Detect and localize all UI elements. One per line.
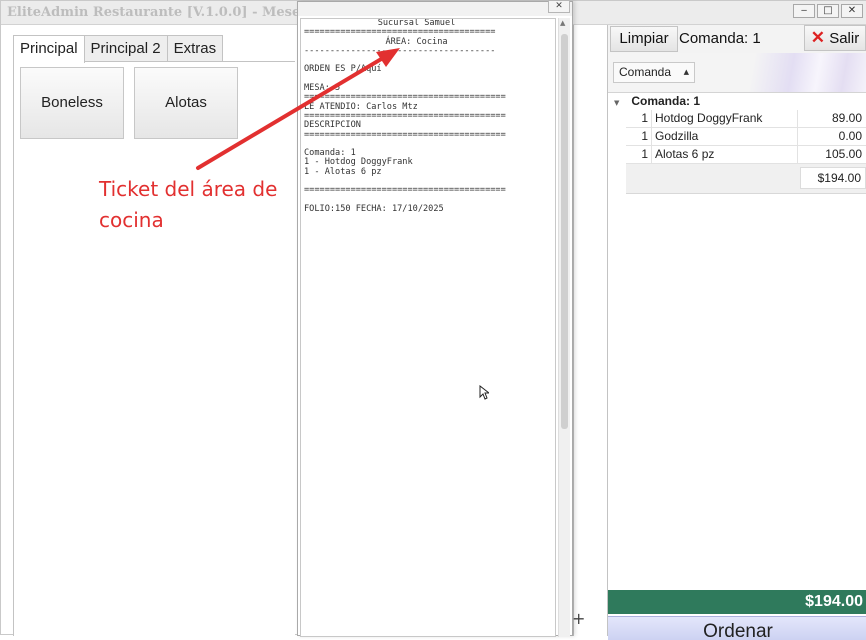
group-subtotal: $194.00 <box>800 167 866 189</box>
minimize-button[interactable]: ‒ <box>793 4 815 18</box>
grand-total: $194.00 <box>608 590 866 614</box>
item-quantity: 1 <box>626 128 652 145</box>
main-window: EliteAdmin Restaurante [V.1.0.0] - Meser… <box>0 0 866 640</box>
annotation-label: Ticket del área de cocina <box>99 177 278 232</box>
product-button-alotas[interactable]: Alotas <box>134 67 238 139</box>
ticket-order-type: ORDEN ES P/Aquí <box>304 64 382 75</box>
close-button[interactable]: ✕ <box>841 4 863 18</box>
ticket-scrollbar[interactable]: ▲ <box>558 18 570 637</box>
grid-group-label: Comanda: 1 <box>631 94 701 108</box>
tab-extras[interactable]: Extras <box>166 35 224 61</box>
item-name: Godzilla <box>652 128 798 145</box>
group-by-band: Comanda ▲ <box>608 53 866 93</box>
order-grid: ▼ Comanda: 1 1 Hotdog DoggyFrank 89.00 1… <box>608 94 866 194</box>
exit-button-label: Salir <box>829 30 860 47</box>
table-row[interactable]: 1 Alotas 6 pz 105.00 <box>626 146 866 164</box>
item-quantity: 1 <box>626 110 652 127</box>
products-panel: Boneless Alotas <box>13 61 295 636</box>
comanda-title: Comanda: 1 <box>679 30 761 47</box>
ticket-separator: ======================================= <box>304 129 506 140</box>
window-controls: ‒ □ ✕ <box>793 4 863 18</box>
add-button[interactable]: + <box>572 609 586 628</box>
ticket-blank <box>304 75 555 84</box>
mouse-cursor-icon <box>479 385 489 400</box>
ticket-scrollbar-thumb[interactable] <box>561 34 568 429</box>
maximize-button[interactable]: □ <box>817 4 839 18</box>
tab-principal-2[interactable]: Principal 2 <box>83 35 168 61</box>
product-button-boneless[interactable]: Boneless <box>20 67 124 139</box>
sort-ascending-icon: ▲ <box>683 68 689 76</box>
grid-group-row[interactable]: ▼ Comanda: 1 <box>608 94 866 110</box>
ticket-preview-window: ✕ Sucursal Samuel ======================… <box>297 0 573 637</box>
ticket-close-button[interactable]: ✕ <box>548 0 570 13</box>
content-divider <box>573 25 607 636</box>
ticket-separator: ------------------------------------- <box>304 45 496 56</box>
ticket-separator: ======================================= <box>304 185 506 196</box>
group-by-chip[interactable]: Comanda ▲ <box>613 62 695 83</box>
ticket-folio-date: FOLIO:150 FECHA: 17/10/2025 <box>304 203 444 214</box>
tab-principal[interactable]: Principal <box>13 35 85 63</box>
item-name: Alotas 6 pz <box>652 146 798 163</box>
order-toolbar: Limpiar Comanda: 1 ✕ Salir <box>608 25 866 53</box>
scroll-up-icon[interactable]: ▲ <box>560 19 565 27</box>
order-panel: Limpiar Comanda: 1 ✕ Salir Comanda ▲ ▼ C… <box>607 25 866 640</box>
category-tabs: Principal Principal 2 Extras <box>13 35 224 63</box>
item-quantity: 1 <box>626 146 652 163</box>
table-row[interactable]: 1 Godzilla 0.00 <box>626 128 866 146</box>
table-row[interactable]: 1 Hotdog DoggyFrank 89.00 <box>626 110 866 128</box>
ticket-item: 1 - Alotas 6 pz <box>304 166 382 177</box>
ticket-title-bar: ✕ <box>298 0 572 16</box>
item-price: 0.00 <box>838 129 862 143</box>
item-name: Hotdog DoggyFrank <box>652 110 798 127</box>
kitchen-ticket: Sucursal Samuel ========================… <box>300 18 556 637</box>
exit-button[interactable]: ✕ Salir <box>804 25 866 51</box>
window-title: EliteAdmin Restaurante [V.1.0.0] - Meser… <box>7 5 344 20</box>
close-icon: ✕ <box>810 28 826 47</box>
item-price: 89.00 <box>831 111 862 125</box>
item-price: 105.00 <box>825 147 862 161</box>
group-by-chip-label: Comanda <box>619 65 672 79</box>
expand-icon[interactable]: ▼ <box>614 96 628 111</box>
group-summary-row: $194.00 <box>626 164 866 194</box>
clear-button[interactable]: Limpiar <box>610 26 678 52</box>
order-button[interactable]: Ordenar <box>608 616 866 640</box>
